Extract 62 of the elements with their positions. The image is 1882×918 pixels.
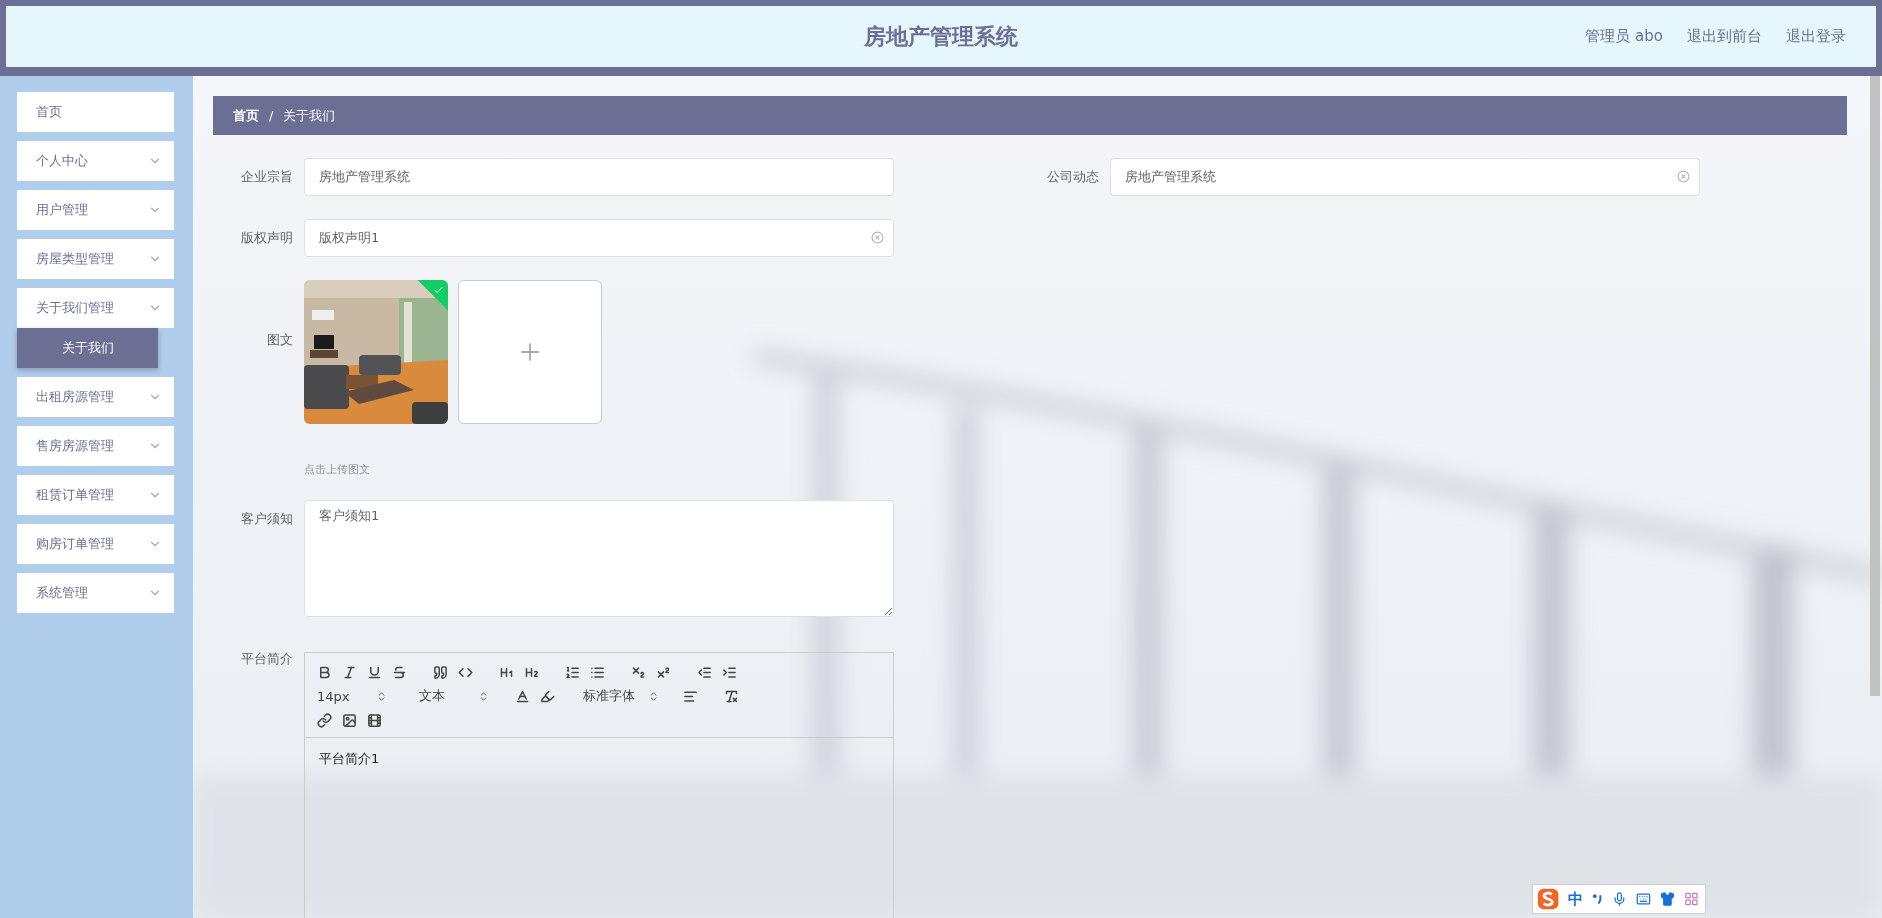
header-link[interactable]: 退出到前台 <box>1687 27 1762 46</box>
field-label: 平台简介 <box>240 650 294 668</box>
submenu-item[interactable]: 关于我们 <box>17 328 158 368</box>
bold-icon-button[interactable] <box>317 664 332 680</box>
italic-icon-button[interactable] <box>342 664 357 680</box>
font-select[interactable]: 标准字体 <box>583 687 659 705</box>
field-label: 版权声明 <box>240 229 294 247</box>
sidebar-item[interactable]: 个人中心 <box>17 141 174 181</box>
heading-select[interactable]: 文本 <box>419 687 489 705</box>
numbered-list-icon-button[interactable] <box>565 664 580 680</box>
link-icon-button[interactable] <box>317 712 332 728</box>
superscript-icon-button[interactable] <box>656 664 671 680</box>
font-color-icon-button[interactable] <box>515 688 530 704</box>
punctuation-icon[interactable] <box>1592 892 1604 906</box>
sidebar-item[interactable]: 首页 <box>17 92 174 132</box>
field-label: 客户须知 <box>240 510 294 528</box>
align-left-icon-button[interactable] <box>683 688 698 704</box>
image-icon-button[interactable] <box>342 712 357 728</box>
video-icon-button[interactable] <box>367 712 382 728</box>
header-link[interactable]: 退出登录 <box>1786 27 1846 46</box>
outdent-icon-button[interactable] <box>697 664 712 680</box>
sidebar-item[interactable]: 出租房源管理 <box>17 377 174 417</box>
bullet-list-icon-button[interactable] <box>590 664 605 680</box>
sidebar-item[interactable]: 用户管理 <box>17 190 174 230</box>
breadcrumb-separator: / <box>269 108 274 123</box>
sidebar-item[interactable]: 租赁订单管理 <box>17 475 174 515</box>
up-down-arrows-icon[interactable] <box>376 690 387 702</box>
input-field[interactable]: 版权声明1 <box>304 219 894 257</box>
breadcrumb-current: 关于我们 <box>283 106 336 125</box>
clear-format-icon-button[interactable] <box>724 688 739 704</box>
grid-icon[interactable] <box>1684 891 1699 907</box>
subscript-icon-button[interactable] <box>631 664 646 680</box>
sidebar-item[interactable]: 购房订单管理 <box>17 524 174 564</box>
up-down-arrows-icon[interactable] <box>478 690 489 702</box>
up-down-arrows-icon[interactable] <box>648 690 659 702</box>
input-mode-toggle[interactable]: 中 <box>1568 889 1584 909</box>
font-size-select[interactable]: 14px <box>317 688 387 704</box>
field-label: 图文 <box>266 331 294 349</box>
text-area[interactable]: 客户须知1 <box>304 500 894 617</box>
quote-icon-button[interactable] <box>433 664 448 680</box>
sidebar-item[interactable]: 系统管理 <box>17 573 174 613</box>
field-label: 公司动态 <box>1046 168 1100 186</box>
shirt-icon[interactable] <box>1660 891 1676 907</box>
highlight-icon-button[interactable] <box>540 688 555 704</box>
keyboard-icon[interactable] <box>1636 891 1652 907</box>
editor-text: 平台简介1 <box>318 750 381 768</box>
field-label: 企业宗旨 <box>240 168 294 186</box>
sidebar-item[interactable]: 售房房源管理 <box>17 426 174 466</box>
breadcrumb-link[interactable]: 首页 <box>233 106 259 125</box>
rich-text-editor[interactable]: 14px 文本 标准字体 平台简介1 <box>304 652 894 918</box>
input-field[interactable]: 房地产管理系统 <box>1110 158 1700 196</box>
underline-icon-button[interactable] <box>367 664 382 680</box>
upload-hint: 点击上传图文 <box>304 462 371 477</box>
user-name: 管理员 abo <box>1585 27 1663 46</box>
sidebar-item[interactable]: 房屋类型管理 <box>17 239 174 279</box>
strikethrough-icon-button[interactable] <box>392 664 407 680</box>
sidebar-item[interactable]: 关于我们管理 <box>17 288 174 328</box>
indent-icon-button[interactable] <box>722 664 737 680</box>
input-field[interactable]: 房地产管理系统 <box>304 158 894 196</box>
input-method-logo-icon <box>1537 887 1560 911</box>
app-title: 房地产管理系统 <box>864 23 1018 49</box>
scrollbar[interactable] <box>1870 76 1880 696</box>
